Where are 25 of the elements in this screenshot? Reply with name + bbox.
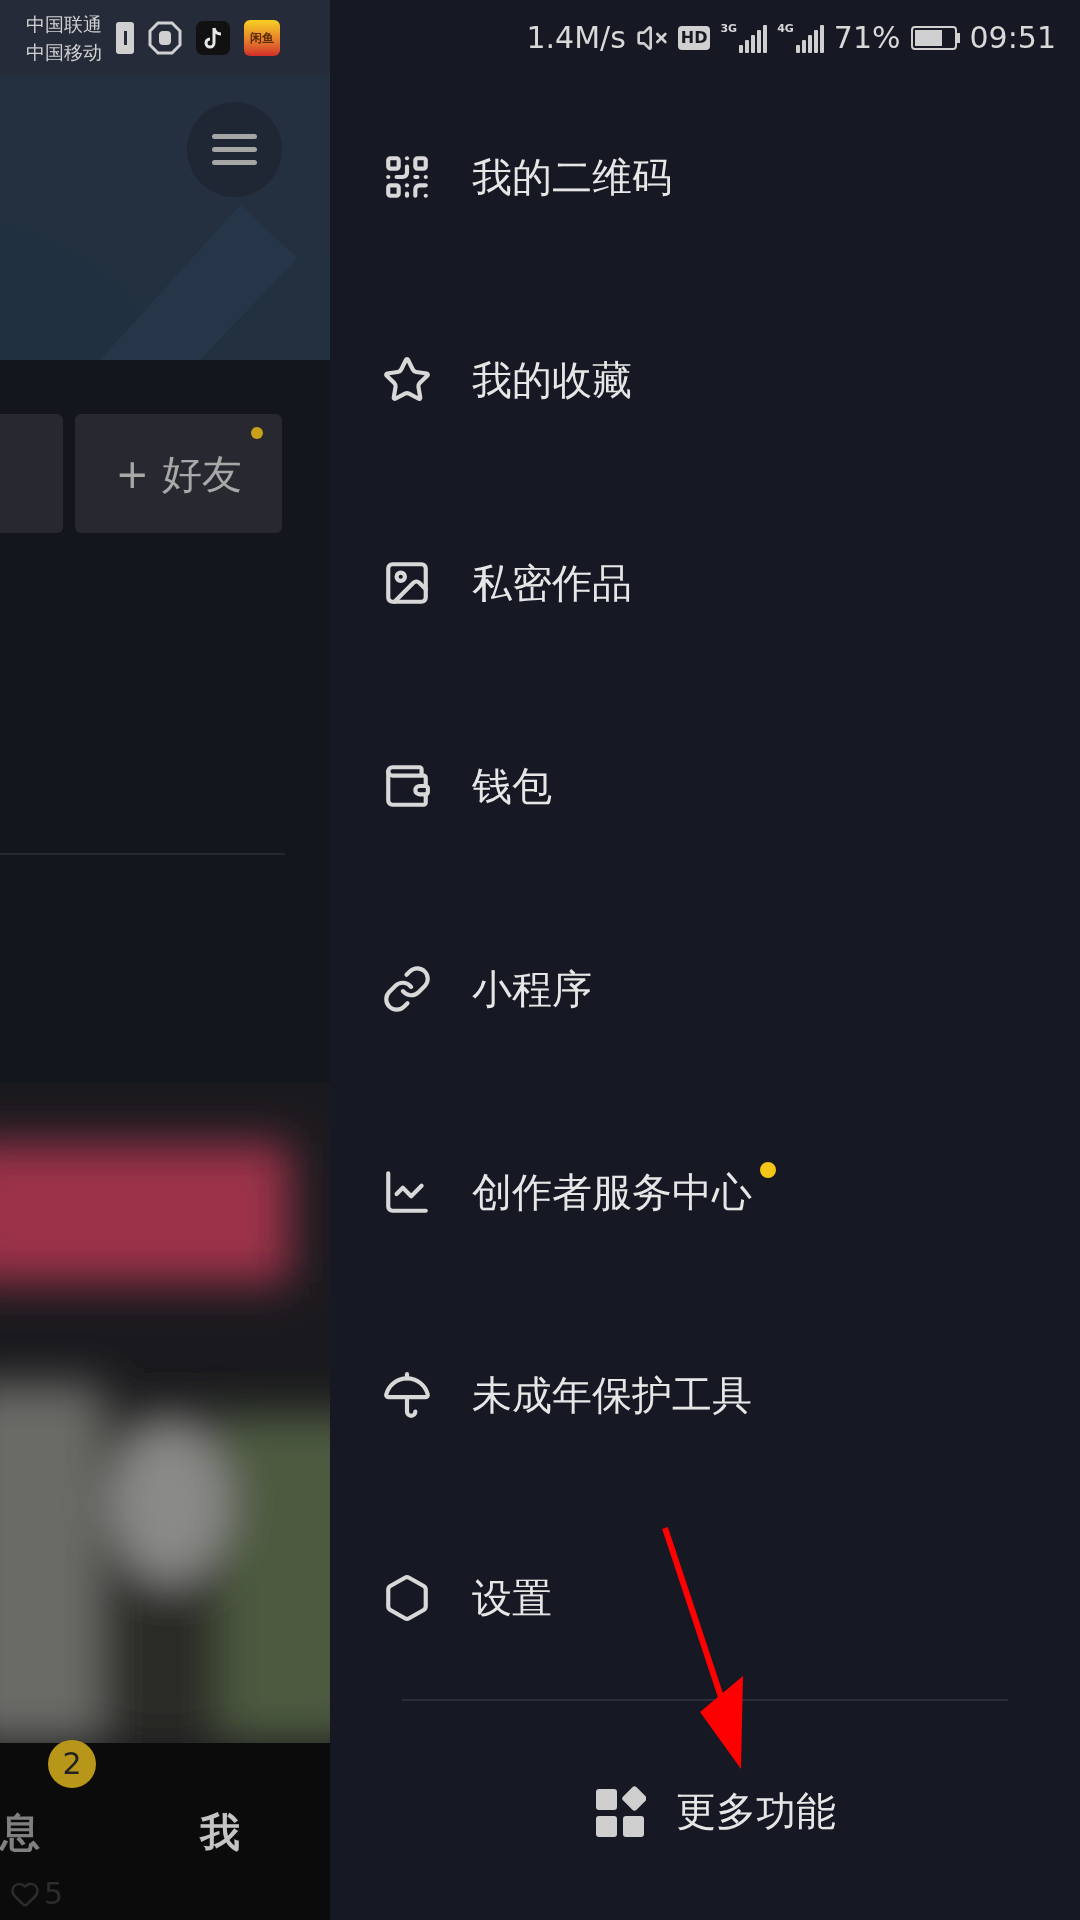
network-speed: 1.4M/s <box>526 19 626 57</box>
more-features-button[interactable]: 更多功能 <box>330 1701 1080 1920</box>
menu-item[interactable]: 私密作品 <box>330 481 1080 684</box>
menu-item[interactable]: 未成年保护工具 <box>330 1293 1080 1496</box>
grid-icon <box>596 1784 646 1837</box>
add-friend-button[interactable]: + 好友 <box>75 414 282 533</box>
music-note-icon <box>196 20 230 55</box>
battery-alert-icon <box>116 21 134 54</box>
tab[interactable]: 我 <box>200 1801 240 1862</box>
menu-item[interactable]: 我的收藏 <box>330 278 1080 481</box>
menu-item[interactable]: 小程序 <box>330 887 1080 1090</box>
app-icon: 闲鱼 <box>244 19 280 56</box>
hd-indicator: HD <box>677 25 711 50</box>
battery-percent: 71% <box>833 19 901 57</box>
link-icon <box>382 963 432 1014</box>
menu-item[interactable]: 钱包 <box>330 684 1080 887</box>
menu-item[interactable]: 我的二维码 <box>330 75 1080 278</box>
carrier-name: 中国联通 <box>26 11 102 37</box>
menu-item[interactable]: 创作者服务中心 <box>330 1090 1080 1293</box>
battery-icon <box>910 25 960 50</box>
unread-badge: 2 <box>48 1739 96 1788</box>
carrier-name: 中国移动 <box>26 39 102 65</box>
menu-item[interactable]: 设置 <box>330 1496 1080 1699</box>
clock: 09:51 <box>969 19 1056 57</box>
umbrella-icon <box>382 1369 432 1420</box>
